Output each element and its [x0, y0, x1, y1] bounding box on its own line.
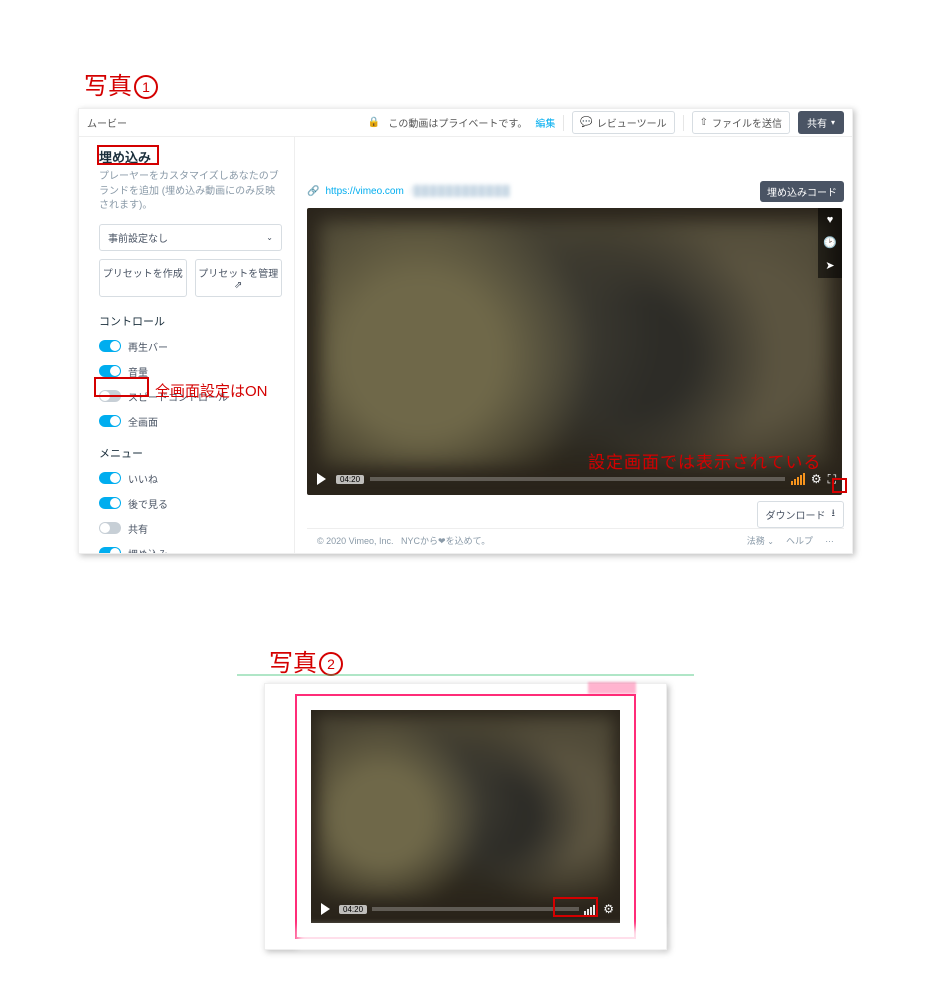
privacy-text: この動画はプライベートです。: [388, 115, 527, 130]
controls-group-title: コントロール: [99, 313, 282, 329]
link-icon: 🔗: [307, 186, 319, 197]
video-thumbnail: [317, 716, 614, 899]
screenshot-1: ムービー 🔒 この動画はプライベートです。 編集 💬レビューツール ⇧ファイルを…: [78, 108, 853, 554]
annotation-box-fullscreen-icon: [832, 478, 847, 493]
toggle-fullscreen[interactable]: 全画面: [99, 414, 282, 429]
download-icon: ⭳: [832, 506, 836, 523]
manage-preset-button[interactable]: プリセットを管理 ⇗: [195, 259, 283, 297]
time-indicator: 04:20: [339, 905, 367, 914]
menu-group-title: メニュー: [99, 445, 282, 461]
edit-link[interactable]: 編集: [535, 115, 555, 130]
video-player-embedded[interactable]: 04:20 ⚙: [311, 710, 620, 923]
progress-bar[interactable]: [370, 477, 785, 481]
legal-link[interactable]: 法務 ⌄: [747, 534, 774, 547]
play-button[interactable]: [317, 473, 326, 485]
pink-badge: [588, 682, 636, 694]
main-area: 🔗 https://vimeo.com/████████████ 埋め込みコード…: [295, 137, 852, 553]
send-file-button[interactable]: ⇧ファイルを送信: [692, 111, 790, 134]
video-thumbnail: [319, 220, 830, 467]
gear-icon[interactable]: ⚙: [811, 472, 822, 486]
caption-photo-1: 写真1: [84, 66, 158, 101]
sidebar-subtitle: プレーヤーをカスタマイズしあなたのブランドを追加 (埋め込み動画にのみ反映されま…: [99, 170, 282, 214]
share-button[interactable]: 共有▾: [798, 111, 844, 134]
upload-icon: ⇧: [700, 117, 708, 128]
gear-icon[interactable]: ⚙: [603, 902, 614, 916]
toggle-like[interactable]: いいね: [99, 471, 282, 486]
chevron-down-icon: ⌄: [266, 233, 273, 242]
annotation-displayed: 設定画面では表示されている: [588, 448, 822, 473]
help-link[interactable]: ヘルプ: [786, 534, 813, 547]
settings-sidebar: 埋め込み プレーヤーをカスタマイズしあなたのブランドを追加 (埋め込み動画にのみ…: [79, 137, 295, 553]
footer: © 2020 Vimeo, Inc. NYCから❤を込めて。 法務 ⌄ ヘルプ …: [307, 528, 844, 547]
send-icon[interactable]: ➤: [825, 259, 834, 272]
toggle-playbar[interactable]: 再生バー: [99, 339, 282, 354]
toggle-embed[interactable]: 埋め込み: [99, 546, 282, 554]
time-indicator: 04:20: [336, 475, 364, 484]
preset-select[interactable]: 事前設定なし⌄: [99, 224, 282, 251]
annotation-box-title: [97, 145, 159, 165]
play-button[interactable]: [321, 903, 330, 915]
toggle-share[interactable]: 共有: [99, 521, 282, 536]
external-link-icon: ⇗: [234, 280, 242, 291]
embed-code-button[interactable]: 埋め込みコード: [760, 181, 844, 202]
annotation-fullscreen-on: 全画面設定はON: [155, 380, 268, 401]
video-url[interactable]: 🔗 https://vimeo.com/████████████: [307, 186, 511, 197]
toggle-watch-later[interactable]: 後で見る: [99, 496, 282, 511]
lock-icon: 🔒: [368, 117, 380, 128]
chat-icon: 💬: [580, 117, 592, 128]
caption-photo-2: 写真2: [269, 643, 343, 678]
progress-bar[interactable]: [372, 907, 579, 911]
volume-bars[interactable]: [791, 473, 805, 485]
top-bar: ムービー 🔒 この動画はプライベートです。 編集 💬レビューツール ⇧ファイルを…: [79, 109, 852, 137]
review-tool-button[interactable]: 💬レビューツール: [572, 111, 674, 134]
annotation-box-no-fullscreen: [553, 897, 598, 917]
heart-icon[interactable]: ♥: [827, 214, 834, 226]
clock-icon[interactable]: 🕑: [823, 236, 837, 249]
screenshot-2: 04:20 ⚙: [264, 683, 667, 950]
chevron-down-icon: ▾: [831, 118, 835, 127]
annotation-box-fullscreen-toggle: [94, 377, 149, 397]
create-preset-button[interactable]: プリセットを作成: [99, 259, 187, 297]
page-label: ムービー: [87, 115, 368, 130]
download-button[interactable]: ダウンロード⭳: [757, 501, 845, 528]
